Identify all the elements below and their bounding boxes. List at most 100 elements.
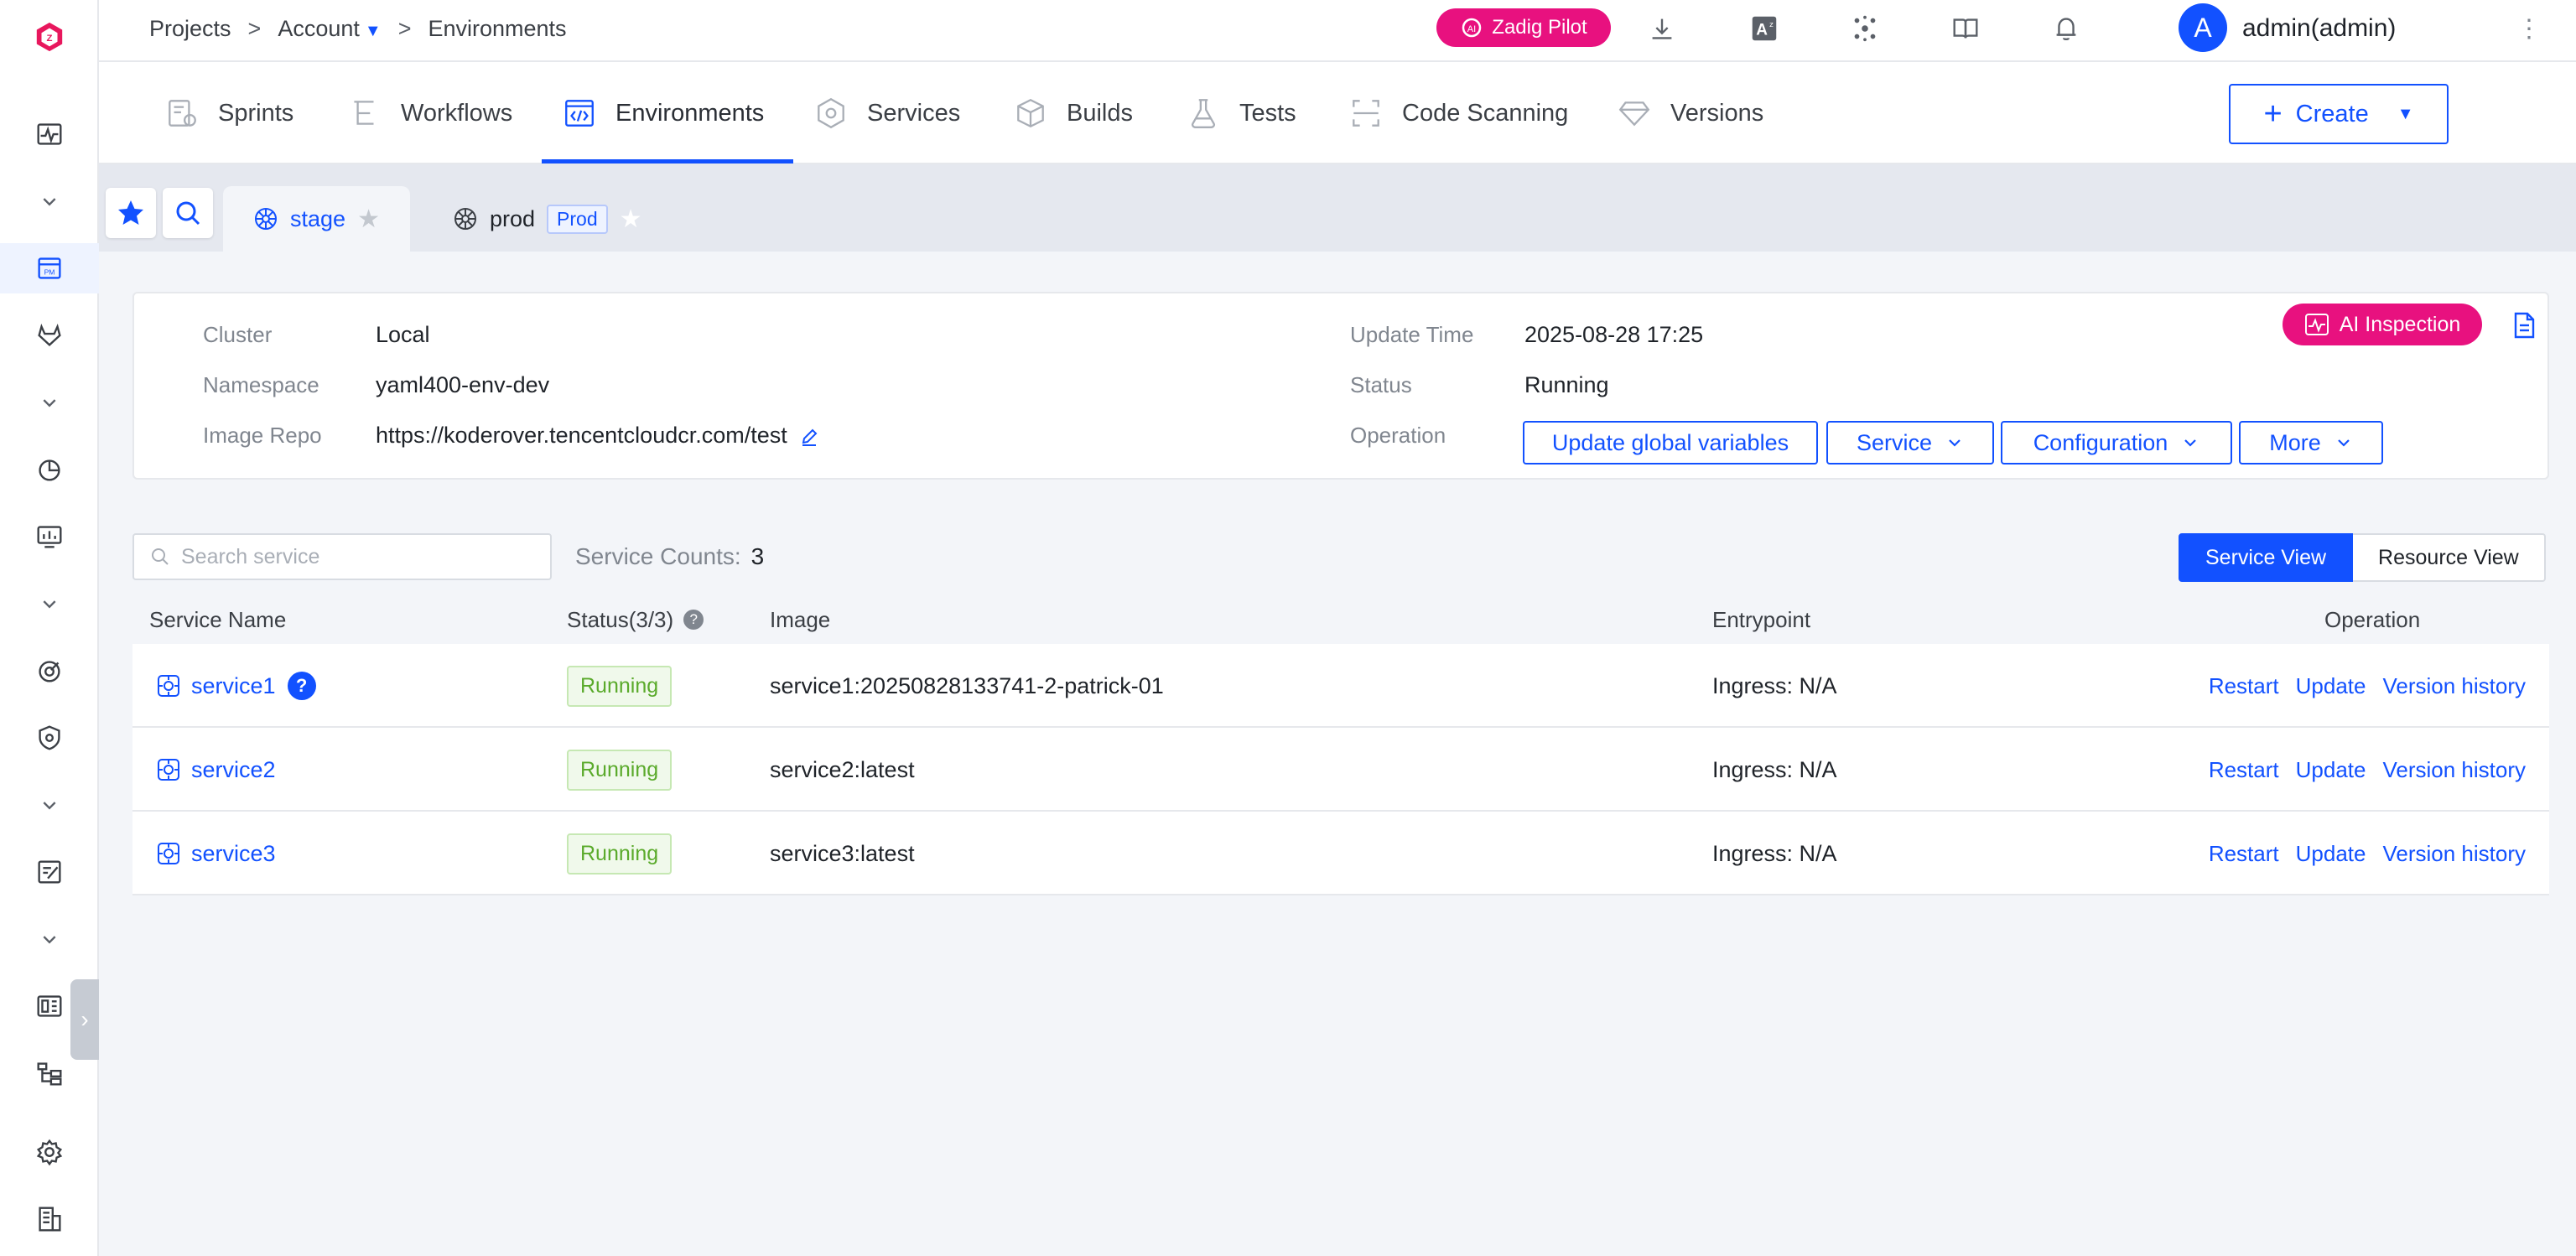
- pilot-icon: AI: [1462, 18, 1482, 38]
- caret-down-icon[interactable]: ▼: [2397, 105, 2414, 124]
- entrypoint-cell: Ingress: N/A: [1712, 672, 1837, 698]
- breadcrumb-account[interactable]: Account ▼: [278, 16, 381, 42]
- building-icon[interactable]: [0, 1194, 99, 1244]
- svg-text:z: z: [1769, 20, 1774, 29]
- tab-services[interactable]: Services: [813, 62, 960, 164]
- edit-icon[interactable]: [799, 427, 819, 447]
- service-dropdown-button[interactable]: Service: [1826, 421, 1994, 465]
- more-vertical-icon[interactable]: ⋮: [2512, 10, 2546, 47]
- star-outline-icon[interactable]: ★: [357, 205, 380, 234]
- chevron-down-icon[interactable]: [0, 914, 99, 964]
- flask-icon: [1191, 99, 1216, 128]
- breadcrumb-projects[interactable]: Projects: [149, 16, 231, 42]
- book-icon[interactable]: [1945, 8, 1986, 49]
- image-cell: service3:latest: [770, 840, 915, 866]
- env-tab-stage[interactable]: stage ★: [223, 186, 410, 252]
- pie-chart-icon[interactable]: [0, 444, 99, 495]
- update-link[interactable]: Update: [2296, 757, 2366, 783]
- chevron-down-icon[interactable]: [0, 780, 99, 830]
- edit-doc-icon[interactable]: [0, 847, 99, 897]
- more-dropdown-button[interactable]: More: [2239, 421, 2383, 465]
- cluster-label: Cluster: [203, 322, 273, 347]
- image-cell: service1:20250828133741-2-patrick-01: [770, 672, 1164, 698]
- status-cell: Running: [567, 728, 673, 812]
- version-history-link[interactable]: Version history: [2382, 757, 2526, 783]
- avatar[interactable]: A: [2179, 3, 2227, 52]
- restart-link[interactable]: Restart: [2209, 841, 2279, 867]
- help-icon[interactable]: ?: [287, 672, 316, 700]
- tab-workflows[interactable]: Workflows: [347, 62, 512, 164]
- caret-down-icon[interactable]: ▼: [365, 22, 382, 40]
- restart-link[interactable]: Restart: [2209, 673, 2279, 699]
- version-history-link[interactable]: Version history: [2382, 841, 2526, 867]
- header-status: Status(3/3) ?: [567, 595, 704, 644]
- service-count: Service Counts: 3: [575, 533, 764, 580]
- help-icon[interactable]: ?: [683, 610, 704, 630]
- update-link[interactable]: Update: [2296, 673, 2366, 699]
- tab-label: Builds: [1067, 99, 1133, 127]
- chevron-down-icon[interactable]: [0, 377, 99, 428]
- tab-versions[interactable]: Versions: [1617, 62, 1763, 164]
- search-service-input[interactable]: [181, 544, 533, 569]
- service-view-button[interactable]: Service View: [2179, 533, 2354, 582]
- breadcrumb-separator: >: [397, 15, 412, 41]
- cluster-icon[interactable]: [1845, 8, 1885, 49]
- tab-code-scanning[interactable]: Code Scanning: [1348, 62, 1568, 164]
- tab-label: Tests: [1239, 99, 1296, 127]
- chevron-down-icon[interactable]: [0, 176, 99, 226]
- download-icon[interactable]: [1642, 8, 1682, 49]
- row-operations: Restart Update Version history: [2209, 644, 2526, 728]
- tab-tests[interactable]: Tests: [1186, 62, 1296, 164]
- tab-sprints[interactable]: Sprints: [164, 62, 293, 164]
- ai-inspection-label: AI Inspection: [2339, 312, 2461, 336]
- service-name[interactable]: service1: [191, 673, 276, 699]
- active-tab-indicator: [542, 159, 793, 163]
- env-tab-prod[interactable]: prod Prod ★: [423, 186, 673, 252]
- resource-view-button[interactable]: Resource View: [2353, 533, 2546, 582]
- chevron-down-icon: [1949, 439, 1961, 447]
- button-label: Update global variables: [1551, 429, 1789, 455]
- favorite-filter-button[interactable]: [106, 188, 156, 238]
- service-link[interactable]: service2: [156, 757, 276, 783]
- breadcrumb-account-label[interactable]: Account: [278, 16, 360, 41]
- logo-icon[interactable]: Z: [0, 12, 99, 62]
- image-repo-value: https://koderover.tencentcloudcr.com/tes…: [376, 423, 819, 449]
- chevron-down-icon[interactable]: [0, 579, 99, 629]
- search-env-button[interactable]: [163, 188, 213, 238]
- ai-inspection-button[interactable]: AI Inspection: [2283, 304, 2482, 345]
- update-link[interactable]: Update: [2296, 841, 2366, 867]
- service-link[interactable]: service3: [156, 841, 276, 867]
- gitlab-icon[interactable]: [0, 310, 99, 361]
- version-history-link[interactable]: Version history: [2382, 673, 2526, 699]
- configuration-dropdown-button[interactable]: Configuration: [2001, 421, 2232, 465]
- svg-text:AI: AI: [1467, 24, 1476, 34]
- header-entrypoint: Entrypoint: [1712, 606, 1811, 632]
- tab-environments[interactable]: Environments: [562, 62, 764, 164]
- search-service-field[interactable]: [132, 533, 552, 580]
- table-row: service3 Running service3:latest Ingress…: [132, 812, 2549, 895]
- target-icon[interactable]: [0, 646, 99, 696]
- service-name[interactable]: service2: [191, 757, 276, 783]
- bell-icon[interactable]: [2046, 8, 2086, 49]
- translate-icon[interactable]: Az: [1744, 8, 1784, 49]
- environment-tabs: stage ★ prod Prod ★: [99, 164, 2576, 252]
- project-icon[interactable]: PM: [0, 243, 99, 293]
- monitor-icon[interactable]: [0, 511, 99, 562]
- service-link[interactable]: service1: [156, 673, 276, 699]
- shield-icon[interactable]: [0, 713, 99, 763]
- document-icon[interactable]: [2509, 310, 2539, 340]
- restart-link[interactable]: Restart: [2209, 757, 2279, 783]
- tab-builds[interactable]: Builds: [1013, 62, 1133, 164]
- service-name[interactable]: service3: [191, 841, 276, 867]
- zadig-pilot-button[interactable]: AI Zadig Pilot: [1436, 8, 1611, 47]
- create-button[interactable]: + Create ▼: [2229, 84, 2449, 144]
- row-operations: Restart Update Version history: [2209, 728, 2526, 812]
- star-outline-icon[interactable]: ★: [620, 205, 642, 234]
- user-name[interactable]: admin(admin): [2242, 0, 2396, 57]
- sidebar-expand-handle[interactable]: ›: [70, 979, 99, 1060]
- update-global-variables-button[interactable]: Update global variables: [1523, 421, 1818, 465]
- pulse-icon[interactable]: [0, 109, 99, 159]
- service-name-cell: service2: [156, 728, 276, 812]
- settings-icon[interactable]: [0, 1127, 99, 1177]
- tab-label: Services: [867, 99, 961, 127]
